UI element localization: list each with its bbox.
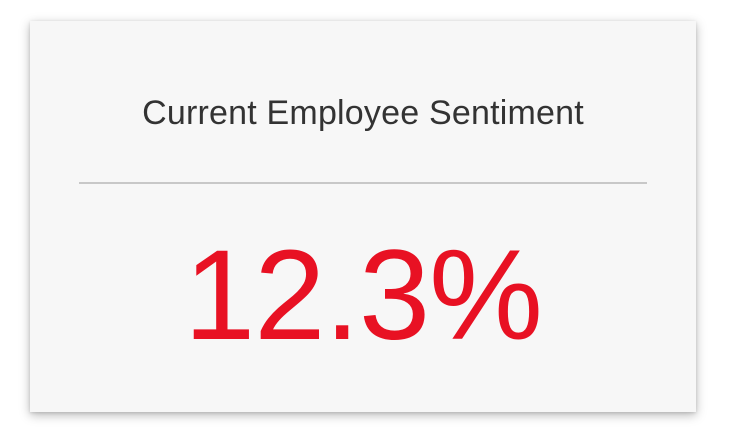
sentiment-card: Current Employee Sentiment 12.3% [30, 21, 696, 412]
card-title: Current Employee Sentiment [142, 94, 584, 132]
title-divider [79, 182, 647, 184]
sentiment-value: 12.3% [184, 224, 543, 367]
